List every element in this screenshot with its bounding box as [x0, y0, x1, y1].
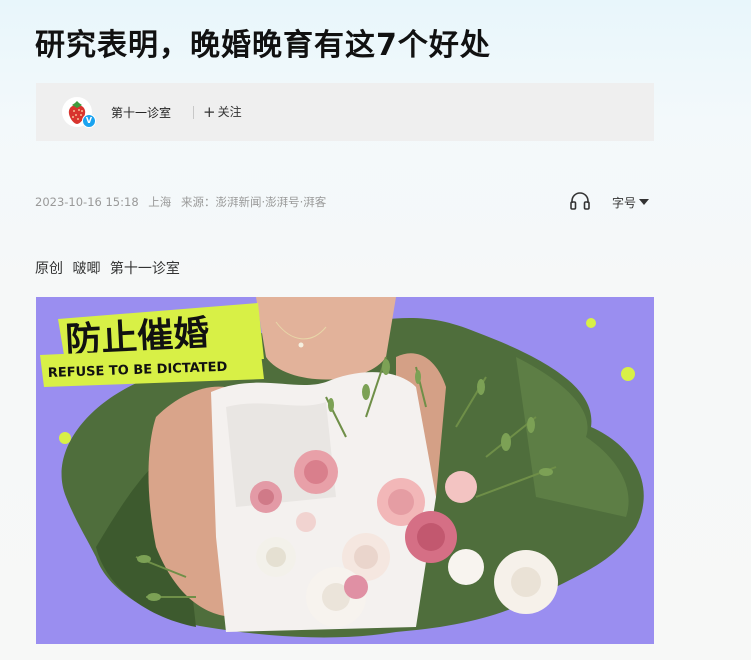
publish-datetime: 2023-10-16 15:18 [35, 195, 139, 209]
verified-badge-icon: V [82, 114, 96, 128]
follow-label: 关注 [217, 105, 242, 119]
font-size-button[interactable]: 字号 [612, 194, 650, 211]
article-meta: 2023-10-16 15:18 上海 来源：澎湃新闻·澎湃号·湃客 [35, 194, 332, 210]
article-source: 来源：澎湃新闻·澎湃号·湃客 [180, 195, 327, 209]
caret-down-icon [639, 199, 650, 205]
plus-icon: + [203, 103, 216, 121]
byline: 原创 啵唧 第十一诊室 [35, 258, 185, 278]
divider [193, 106, 194, 119]
follow-button[interactable]: + 关注 [203, 103, 242, 121]
author-name[interactable]: 第十一诊室 [111, 104, 171, 121]
headphone-icon[interactable] [569, 190, 591, 212]
byline-column: 第十一诊室 [109, 261, 180, 277]
hero-image: 防止催婚 REFUSE TO BE DICTATED [36, 297, 654, 644]
publish-location: 上海 [148, 195, 172, 209]
article-title: 研究表明，晚婚晚育有这7个好处 [35, 28, 491, 63]
author-bar: V 第十一诊室 + 关注 [36, 83, 654, 141]
font-size-label: 字号 [612, 196, 637, 210]
byline-original: 原创 [35, 261, 63, 277]
byline-writer: 啵唧 [72, 261, 101, 277]
